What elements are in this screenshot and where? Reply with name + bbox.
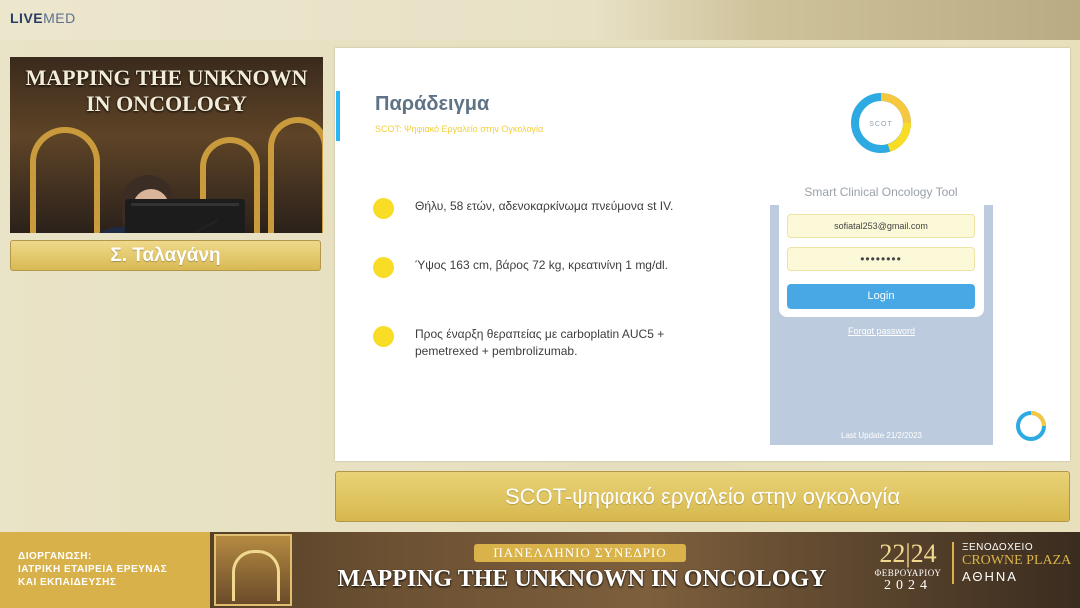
login-button[interactable]: Login: [787, 284, 975, 309]
top-strip: [0, 0, 1080, 40]
livemed-logo: LIVEMED: [10, 10, 76, 26]
event-year: 2024: [884, 578, 932, 593]
arch-left: [30, 127, 100, 233]
app-login-screen: sofiatal253@gmail.com •••••••• Login For…: [770, 205, 993, 445]
slide-accent-bar: [336, 91, 340, 141]
venue-hotel: CROWNE PLAZA: [962, 553, 1072, 568]
organizer-name-line2: ΚΑΙ ΕΚΠΑΙΔΕΥΣΗΣ: [18, 577, 117, 588]
video-title-line1: MAPPING THE UNKNOWN: [25, 65, 308, 90]
bullet-text: Θήλυ, 58 ετών, αδενοκαρκίνωμα πνεύμονα s…: [415, 199, 674, 213]
bullet-dot-icon: [373, 326, 394, 347]
bullet-dot-icon: [373, 198, 394, 219]
venue-city: ΑΘΗΝΑ: [962, 569, 1018, 584]
organizer-label: ΔΙΟΡΓΑΝΩΣΗ:: [18, 551, 92, 562]
password-field[interactable]: ••••••••: [787, 247, 975, 271]
footer-banner: ΔΙΟΡΓΑΝΩΣΗ: ΙΑΤΡΙΚΗ ΕΤΑΙΡΕΙΑ ΕΡΕΥΝΑΣ ΚΑΙ…: [0, 532, 1080, 608]
speaker-video: MAPPING THE UNKNOWN IN ONCOLOGY: [10, 57, 323, 233]
slide-subtitle: SCOT: Ψηφιακό Εργαλείο στην Ογκολογία: [375, 124, 544, 134]
event-artwork-thumbnail: [214, 534, 292, 606]
arch-right: [268, 117, 323, 233]
presentation-slide: Παράδειγμα SCOT: Ψηφιακό Εργαλείο στην Ο…: [335, 48, 1070, 461]
scot-logo-text: SCOT: [869, 121, 892, 128]
bullet-text: Προς έναρξη θεραπείας με carboplatin AUC…: [415, 327, 665, 358]
login-card: sofiatal253@gmail.com •••••••• Login: [779, 205, 984, 317]
speaker-name: Σ. Ταλαγάνη: [10, 240, 321, 271]
scot-small-logo-icon: [1016, 411, 1046, 441]
event-days: 22|24: [879, 539, 937, 568]
app-name: Smart Clinical Oncology Tool: [804, 185, 958, 199]
laptop: [125, 199, 245, 233]
venue-label: ΞΕΝΟΔΟΧΕΙΟ: [962, 542, 1034, 553]
video-conference-title: MAPPING THE UNKNOWN IN ONCOLOGY: [10, 65, 323, 117]
bullet-dot-icon: [373, 257, 394, 278]
video-title-line2: IN ONCOLOGY: [86, 91, 247, 116]
caption-bar: SCOT-ψηφιακό εργαλείο στην ογκολογία: [335, 471, 1070, 522]
event-dates: 22|24 ΦΕΒΡΟΥΑΡΙΟΥ 2024: [866, 540, 950, 594]
slide-title: Παράδειγμα: [375, 93, 490, 115]
forgot-password-link[interactable]: Forgot password: [770, 326, 993, 336]
organizer-name-line1: ΙΑΤΡΙΚΗ ΕΤΑΙΡΕΙΑ ΕΡΕΥΝΑΣ: [18, 564, 168, 575]
email-field[interactable]: sofiatal253@gmail.com: [787, 214, 975, 238]
last-update-text: Last Update 21/2/2023: [841, 431, 922, 440]
event-venue: ΞΕΝΟΔΟΧΕΙΟ CROWNE PLAZA ΑΘΗΝΑ: [952, 542, 1072, 584]
logo-live-text: LIVE: [10, 10, 44, 26]
scot-logo-icon: SCOT: [851, 93, 912, 153]
bullet-text: Ύψος 163 cm, βάρος 72 kg, κρεατινίνη 1 m…: [415, 258, 668, 272]
organizer-block: ΔΙΟΡΓΑΝΩΣΗ: ΙΑΤΡΙΚΗ ΕΤΑΙΡΕΙΑ ΕΡΕΥΝΑΣ ΚΑΙ…: [0, 532, 210, 608]
event-title: MAPPING THE UNKNOWN IN ONCOLOGY: [337, 566, 827, 592]
logo-med-text: MED: [43, 10, 76, 26]
congress-label: ΠΑΝΕΛΛΗΝΙΟ ΣΥΝΕΔΡΙΟ: [474, 544, 686, 562]
event-month: ΦΕΒΡΟΥΑΡΙΟΥ: [874, 568, 942, 578]
